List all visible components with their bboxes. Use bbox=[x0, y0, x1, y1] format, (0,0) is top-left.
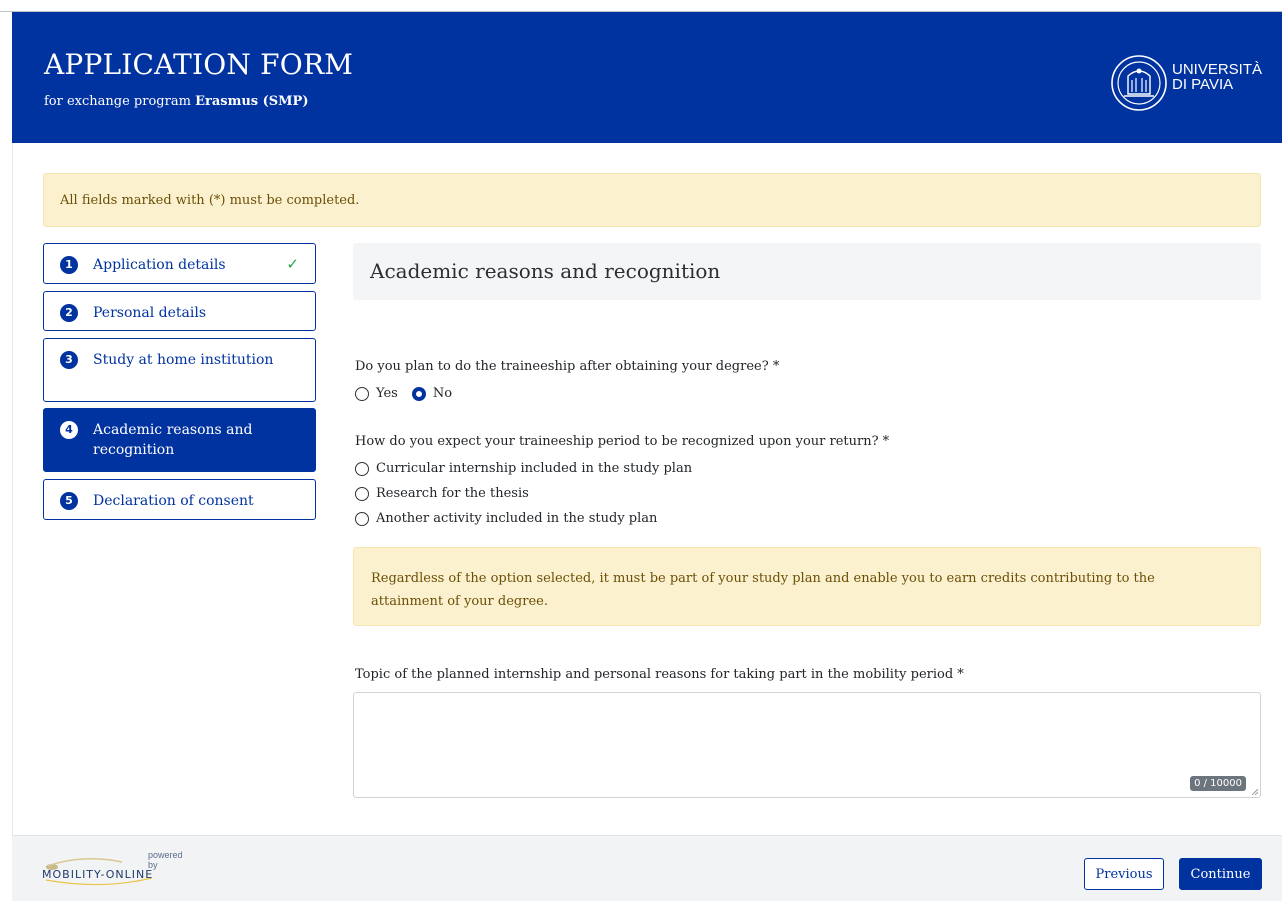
step-academic-reasons[interactable]: 4 Academic reasons and recognition bbox=[43, 408, 316, 472]
step-personal-details[interactable]: 2 Personal details bbox=[43, 291, 316, 331]
radio-another-activity-control[interactable] bbox=[355, 511, 369, 526]
radio-no-label: No bbox=[432, 386, 453, 401]
subtitle-program: Erasmus (SMP) bbox=[195, 94, 309, 109]
previous-button[interactable]: Previous bbox=[1084, 858, 1164, 890]
window-top-strip bbox=[0, 0, 1282, 12]
radio-curricular-internship[interactable]: Curricular internship included in the st… bbox=[355, 461, 692, 476]
step-application-details[interactable]: 1 Application details ✓ bbox=[43, 243, 316, 284]
question-degree-options: Yes No bbox=[355, 386, 452, 401]
step-number: 1 bbox=[60, 256, 78, 274]
radio-yes[interactable]: Yes bbox=[355, 386, 398, 401]
radio-research-thesis[interactable]: Research for the thesis bbox=[355, 486, 529, 501]
topic-textarea[interactable]: 0 / 10000 bbox=[353, 692, 1261, 798]
resize-handle-icon[interactable] bbox=[1252, 789, 1258, 795]
character-counter: 0 / 10000 bbox=[1190, 776, 1246, 791]
section-title: Academic reasons and recognition bbox=[353, 243, 1261, 300]
step-study-at-home-institution[interactable]: 3 Study at home institution bbox=[43, 338, 316, 402]
step-number: 2 bbox=[60, 304, 78, 322]
page-title: APPLICATION FORM bbox=[44, 48, 354, 81]
radio-yes-label: Yes bbox=[376, 386, 398, 401]
university-name: UNIVERSITÀ DI PAVIA bbox=[1172, 62, 1262, 92]
mobility-online-name: MOBILITY-ONLINE bbox=[42, 868, 154, 881]
radio-no[interactable]: No bbox=[411, 386, 453, 401]
required-fields-alert: All fields marked with (*) must be compl… bbox=[43, 173, 1261, 227]
step-number: 4 bbox=[60, 421, 78, 439]
page-left-border bbox=[12, 143, 13, 835]
step-label: Academic reasons and recognition bbox=[93, 422, 253, 458]
radio-research-thesis-label: Research for the thesis bbox=[376, 486, 529, 501]
footer-bar: powered by MOBILITY-ONLINE Previous Cont… bbox=[12, 835, 1282, 901]
continue-button[interactable]: Continue bbox=[1179, 858, 1262, 890]
university-seal-icon bbox=[1111, 55, 1167, 111]
radio-curricular-internship-control[interactable] bbox=[355, 461, 369, 476]
step-label: Application details bbox=[93, 257, 226, 273]
recognition-info-box: Regardless of the option selected, it mu… bbox=[353, 547, 1261, 626]
radio-another-activity[interactable]: Another activity included in the study p… bbox=[355, 511, 657, 526]
check-icon: ✓ bbox=[286, 255, 299, 273]
radio-another-activity-label: Another activity included in the study p… bbox=[376, 511, 658, 526]
powered-by-text: powered by bbox=[148, 850, 183, 870]
subtitle-prefix: for exchange program bbox=[44, 94, 191, 109]
question-degree-label: Do you plan to do the traineeship after … bbox=[355, 359, 780, 374]
page-subtitle: for exchange program Erasmus (SMP) bbox=[44, 94, 308, 109]
step-label: Personal details bbox=[93, 305, 207, 321]
topic-label: Topic of the planned internship and pers… bbox=[355, 667, 964, 682]
question-recognition-label: How do you expect your traineeship perio… bbox=[355, 434, 890, 449]
radio-research-thesis-control[interactable] bbox=[355, 486, 369, 501]
step-declaration-of-consent[interactable]: 5 Declaration of consent bbox=[43, 479, 316, 520]
university-name-line1: UNIVERSITÀ bbox=[1172, 61, 1263, 78]
university-name-line2: DI PAVIA bbox=[1172, 76, 1234, 93]
step-number: 3 bbox=[60, 351, 78, 369]
radio-yes-control[interactable] bbox=[355, 386, 369, 401]
radio-curricular-internship-label: Curricular internship included in the st… bbox=[376, 461, 693, 476]
header-banner: APPLICATION FORM for exchange program Er… bbox=[12, 12, 1282, 143]
step-label: Study at home institution bbox=[93, 352, 274, 368]
radio-no-control[interactable] bbox=[411, 386, 426, 401]
step-number: 5 bbox=[60, 492, 78, 510]
mobility-online-logo: powered by MOBILITY-ONLINE bbox=[42, 850, 192, 890]
step-label: Declaration of consent bbox=[93, 493, 254, 509]
